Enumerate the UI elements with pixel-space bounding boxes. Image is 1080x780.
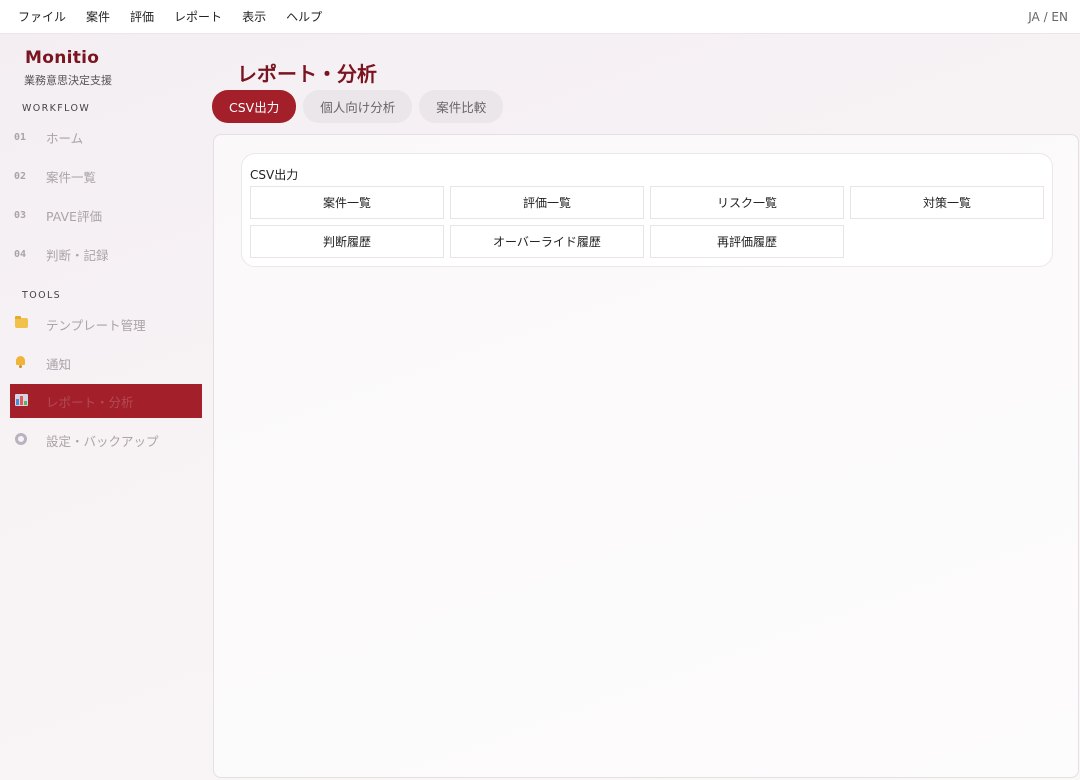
sidebar-item-label: テンプレート管理 [46,317,146,333]
menu-view[interactable]: 表示 [232,0,276,34]
export-countermeasures-button[interactable]: 対策一覧 [850,186,1044,219]
export-risks-button[interactable]: リスク一覧 [650,186,844,219]
bell-icon [15,355,26,368]
sidebar-item-reports[interactable]: レポート・分析 [10,384,202,418]
menu-case[interactable]: 案件 [76,0,120,34]
brand-subtitle: 業務意思決定支援 [24,74,112,87]
step-number: 04 [14,248,27,260]
tab-csv-export[interactable]: CSV出力 [212,90,297,123]
csv-export-card: CSV出力 案件一覧 評価一覧 リスク一覧 対策一覧 判断履歴 オーバーライド履… [241,153,1053,267]
export-evaluations-button[interactable]: 評価一覧 [450,186,644,219]
chart-icon [15,393,28,406]
sidebar-item-label: 案件一覧 [46,169,97,185]
sidebar-item-decision[interactable]: 04 判断・記録 [10,237,202,271]
menu-help[interactable]: ヘルプ [276,0,332,34]
sidebar-item-settings[interactable]: 設定・バックアップ [10,423,202,457]
menu-evaluation[interactable]: 評価 [120,0,164,34]
sidebar-item-cases[interactable]: 02 案件一覧 [10,159,202,193]
folder-icon [15,316,28,328]
tab-bar: CSV出力 個人向け分析 案件比較 [212,90,504,123]
content-panel: CSV出力 案件一覧 評価一覧 リスク一覧 対策一覧 判断履歴 オーバーライド履… [213,134,1079,778]
sidebar-item-home[interactable]: 01 ホーム [10,120,202,154]
brand-logo: Monitio [25,48,100,68]
csv-button-grid: 案件一覧 評価一覧 リスク一覧 対策一覧 判断履歴 オーバーライド履歴 再評価履… [250,186,1044,258]
sidebar-item-pave[interactable]: 03 PAVE評価 [10,198,202,232]
sidebar-item-notifications[interactable]: 通知 [10,346,202,380]
sidebar-item-label: 通知 [46,356,72,372]
page-title: レポート・分析 [237,62,377,86]
step-number: 02 [14,170,27,182]
sidebar-item-label: 判断・記録 [46,247,109,263]
step-number: 01 [14,131,27,143]
export-override-history-button[interactable]: オーバーライド履歴 [450,225,644,258]
tab-case-comparison[interactable]: 案件比較 [419,90,504,123]
export-decision-history-button[interactable]: 判断履歴 [250,225,444,258]
menu-file[interactable]: ファイル [8,0,76,34]
step-number: 03 [14,209,27,221]
sidebar-item-label: 設定・バックアップ [46,433,159,449]
sidebar: Monitio 業務意思決定支援 WORKFLOW 01 ホーム 02 案件一覧… [0,34,212,780]
sidebar-item-label: ホーム [46,130,84,146]
tools-section-label: TOOLS [22,290,62,301]
sidebar-item-label: レポート・分析 [46,394,134,410]
card-title: CSV出力 [250,168,299,182]
menu-bar: ファイル 案件 評価 レポート 表示 ヘルプ JA / EN [0,0,1080,34]
sidebar-item-templates[interactable]: テンプレート管理 [10,307,202,341]
workflow-section-label: WORKFLOW [22,103,91,114]
export-reevaluation-history-button[interactable]: 再評価履歴 [650,225,844,258]
language-switch[interactable]: JA / EN [1028,0,1068,34]
export-cases-button[interactable]: 案件一覧 [250,186,444,219]
menu-report[interactable]: レポート [164,0,232,34]
sidebar-item-label: PAVE評価 [46,208,102,224]
tab-personal-analysis[interactable]: 個人向け分析 [303,90,413,123]
gear-icon [15,432,27,445]
